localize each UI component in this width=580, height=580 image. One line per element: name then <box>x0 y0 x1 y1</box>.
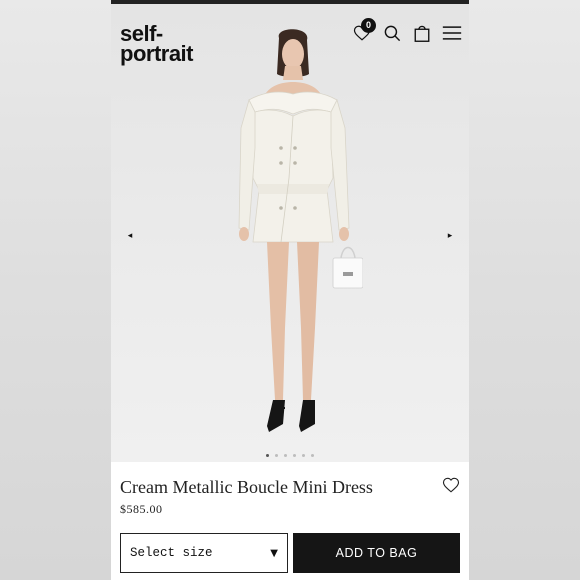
mobile-screen: self- portrait 0 ◂ ▸ Cream Metallic Bouc… <box>111 0 469 580</box>
size-select[interactable]: Select size ▼ <box>120 533 288 573</box>
menu-icon <box>442 26 462 40</box>
size-select-label: Select size <box>130 546 213 560</box>
heart-outline-icon <box>442 477 460 493</box>
header-actions: 0 <box>351 18 463 44</box>
wishlist-count-badge: 0 <box>361 18 376 33</box>
carousel-prev-arrow[interactable]: ◂ <box>123 228 137 242</box>
search-button[interactable] <box>381 22 403 44</box>
carousel-dots <box>111 454 469 457</box>
add-to-wishlist-button[interactable] <box>442 476 460 494</box>
carousel-dot[interactable] <box>284 454 287 457</box>
backdrop-left <box>0 0 111 580</box>
carousel-dot[interactable] <box>275 454 278 457</box>
product-photo <box>238 29 363 432</box>
search-icon <box>384 25 400 41</box>
carousel-dot[interactable] <box>266 454 269 457</box>
logo-line-2: portrait <box>120 41 194 66</box>
carousel-dot[interactable] <box>302 454 305 457</box>
bag-button[interactable] <box>411 22 433 44</box>
wishlist-button[interactable]: 0 <box>351 18 376 44</box>
product-title: Cream Metallic Boucle Mini Dress <box>120 477 373 497</box>
add-to-bag-button[interactable]: ADD TO BAG <box>293 533 460 573</box>
brand-logo[interactable]: self- portrait <box>120 23 194 66</box>
carousel-next-arrow[interactable]: ▸ <box>443 228 457 242</box>
product-price: $585.00 <box>120 502 163 516</box>
carousel-dot[interactable] <box>311 454 314 457</box>
bag-icon <box>414 25 430 42</box>
carousel-dot[interactable] <box>293 454 296 457</box>
menu-button[interactable] <box>441 22 463 44</box>
caret-down-icon: ▼ <box>270 547 278 559</box>
backdrop-right <box>469 0 580 580</box>
product-info: Cream Metallic Boucle Mini Dress $585.00… <box>111 462 469 580</box>
product-image-carousel[interactable]: self- portrait 0 ◂ ▸ <box>111 4 469 462</box>
